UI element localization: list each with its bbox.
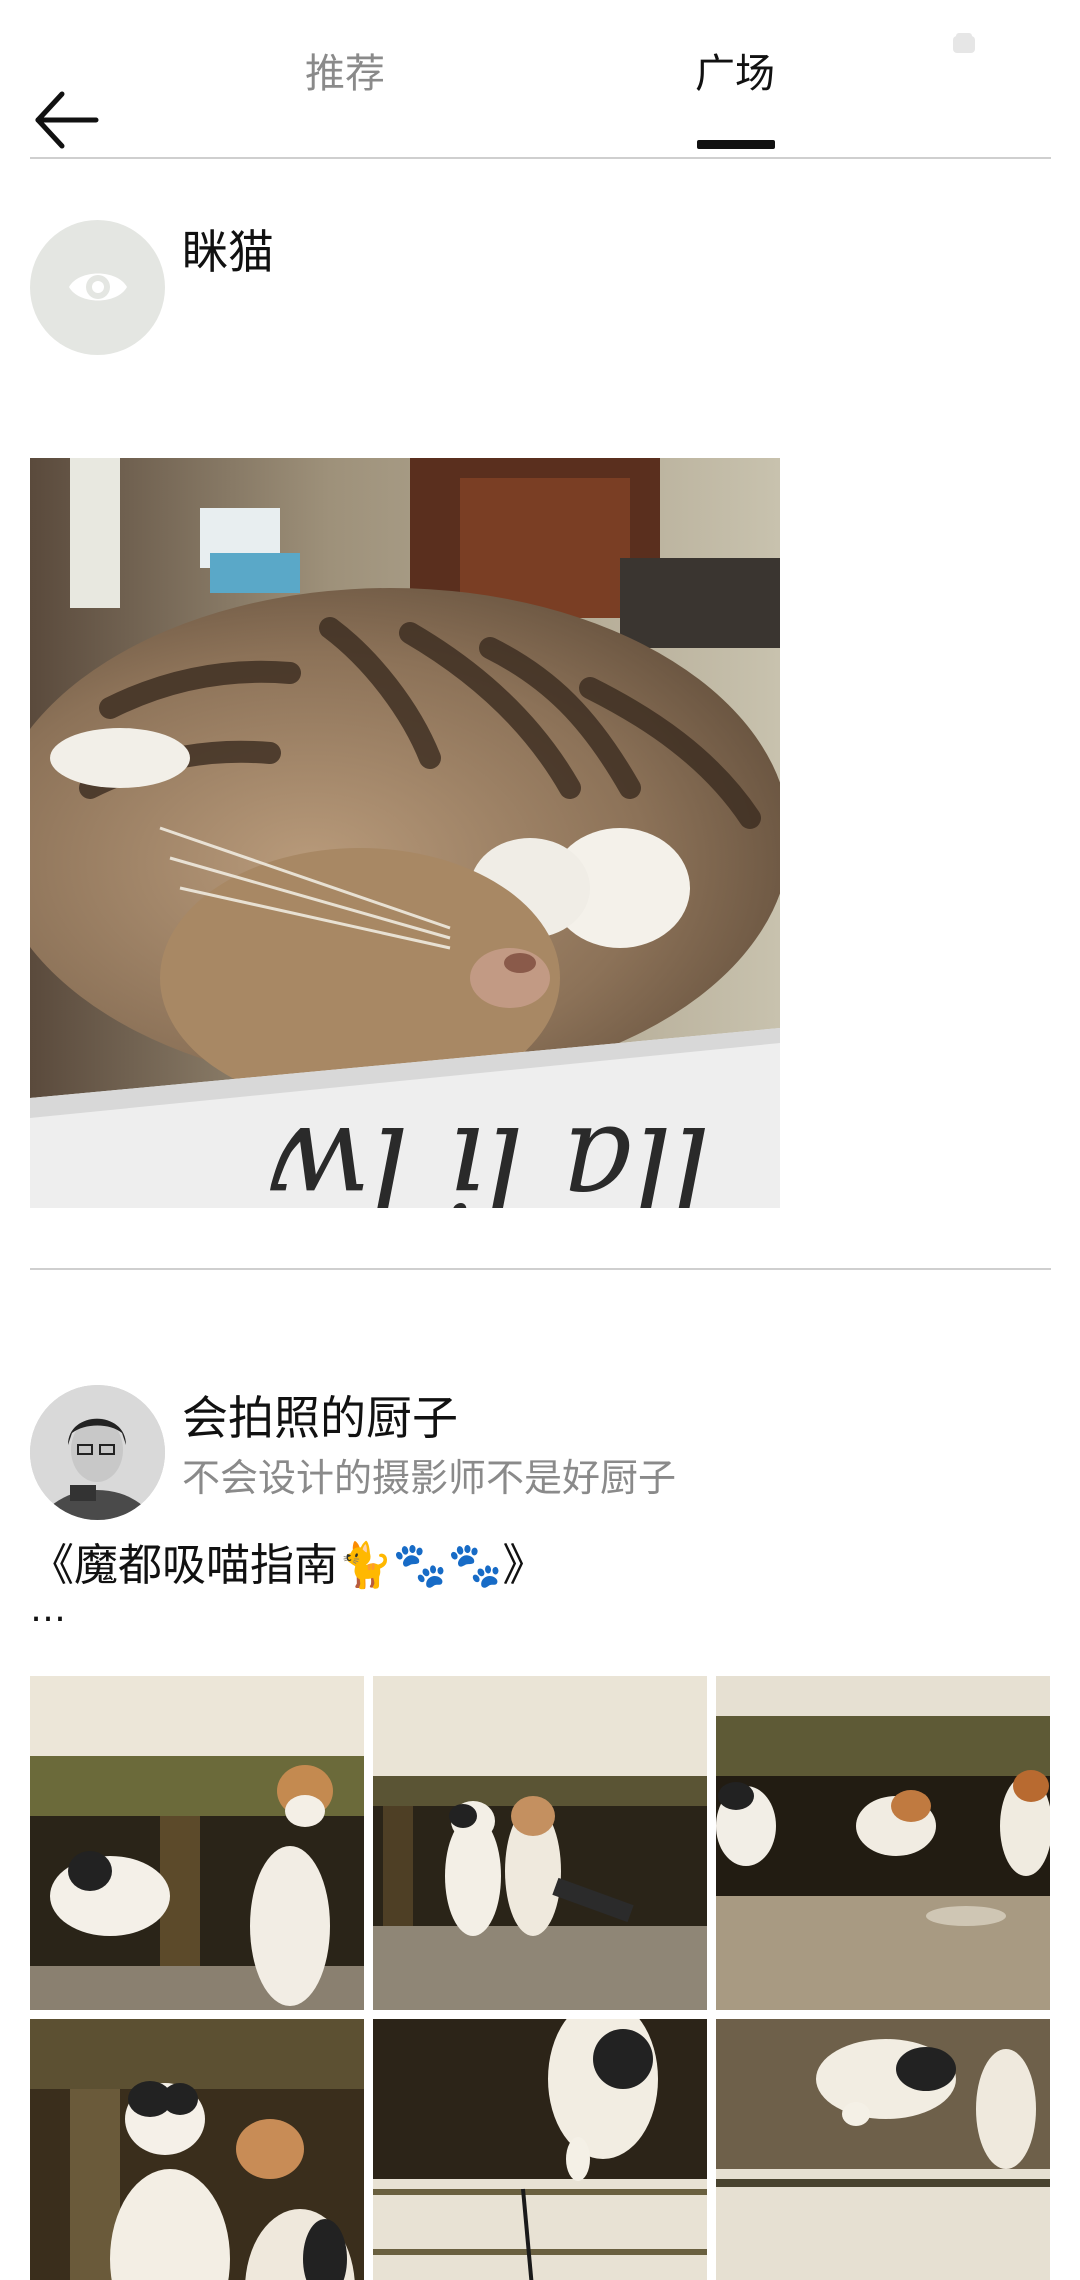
- expand-more-ellipsis[interactable]: …: [30, 1590, 66, 1630]
- header-divider: [30, 157, 1051, 159]
- grid-photo[interactable]: [373, 2019, 707, 2280]
- post-title[interactable]: 《魔都吸喵指南🐈🐾🐾》: [30, 1535, 546, 1597]
- back-arrow-icon[interactable]: [30, 82, 110, 162]
- grid-photo[interactable]: [30, 1676, 364, 2010]
- avatar[interactable]: [30, 220, 165, 355]
- grid-photo[interactable]: [716, 2019, 1050, 2280]
- grid-photo[interactable]: [30, 2019, 364, 2280]
- post-author-name[interactable]: 眯猫: [182, 222, 274, 282]
- grid-photo[interactable]: [716, 1676, 1050, 2010]
- post-photo[interactable]: lla li lw: [30, 458, 780, 1208]
- post-divider: [30, 1268, 1051, 1270]
- author-bio: 不会设计的摄影师不是好厨子: [182, 1456, 677, 1500]
- tab-square[interactable]: 广场: [655, 44, 815, 104]
- eye-icon: [69, 273, 127, 301]
- avatar[interactable]: [30, 1385, 165, 1520]
- grid-photo[interactable]: [373, 1676, 707, 2010]
- active-tab-indicator: [697, 140, 775, 149]
- top-bar: 推荐 广场: [0, 0, 1080, 160]
- tab-recommend[interactable]: 推荐: [265, 44, 425, 104]
- svg-text:lla li lw: lla li lw: [268, 1099, 710, 1208]
- post-author-name[interactable]: 会拍照的厨子: [182, 1387, 458, 1449]
- camera-icon[interactable]: [952, 32, 976, 54]
